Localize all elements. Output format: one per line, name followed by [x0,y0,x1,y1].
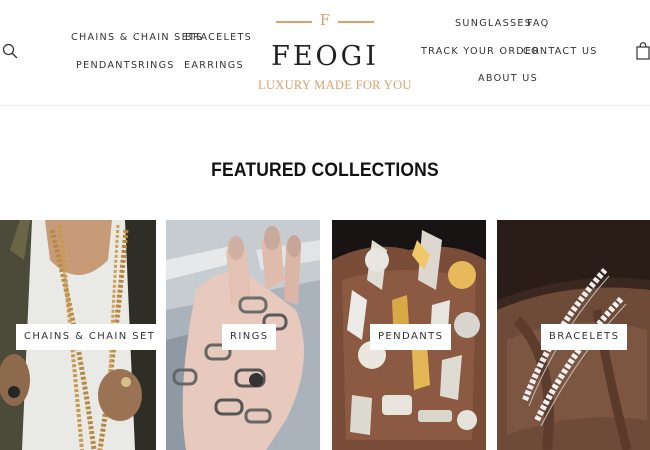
brand-logo[interactable]: F FEOGI LUXURY MADE FOR YOU [258,8,412,98]
collection-card-pendants[interactable]: PENDANTS [332,220,486,450]
nav-about-us[interactable]: ABOUT US [478,73,538,85]
collection-label-chains[interactable]: CHAINS & CHAIN SETS [16,324,156,350]
featured-collections-title: FEATURED COLLECTIONS [211,160,439,181]
nav-bracelets[interactable]: BRACELETS [185,32,252,44]
nav-contact-us[interactable]: CONTACT US [523,46,598,58]
nav-chains-and-chain-sets[interactable]: CHAINS & CHAIN SETS [71,32,203,44]
nav-pendants[interactable]: PENDANTS [76,60,138,72]
logo-tagline: LUXURY MADE FOR YOU [258,78,412,92]
shopping-bag-icon[interactable] [636,42,650,60]
collection-card-chains[interactable]: CHAINS & CHAIN SETS [0,220,156,450]
search-icon[interactable] [2,43,18,59]
nav-earrings[interactable]: EARRINGS [184,60,244,72]
collection-label-bracelets[interactable]: BRACELETS [541,324,628,350]
collection-label-rings[interactable]: RINGS [222,324,277,350]
logo-monogram: F [319,11,331,29]
nav-rings[interactable]: RINGS [138,60,175,72]
site-header: CHAINS & CHAIN SETS BRACELETS PENDANTS R… [0,0,650,106]
nav-faq[interactable]: FAQ [527,18,549,30]
nav-sunglasses[interactable]: SUNGLASSES [455,18,532,30]
logo-wordmark: FEOGI [271,41,379,72]
collection-label-pendants[interactable]: PENDANTS [370,324,452,350]
collection-card-rings[interactable]: RINGS [166,220,320,450]
collection-card-bracelets[interactable]: BRACELETS [497,220,650,450]
